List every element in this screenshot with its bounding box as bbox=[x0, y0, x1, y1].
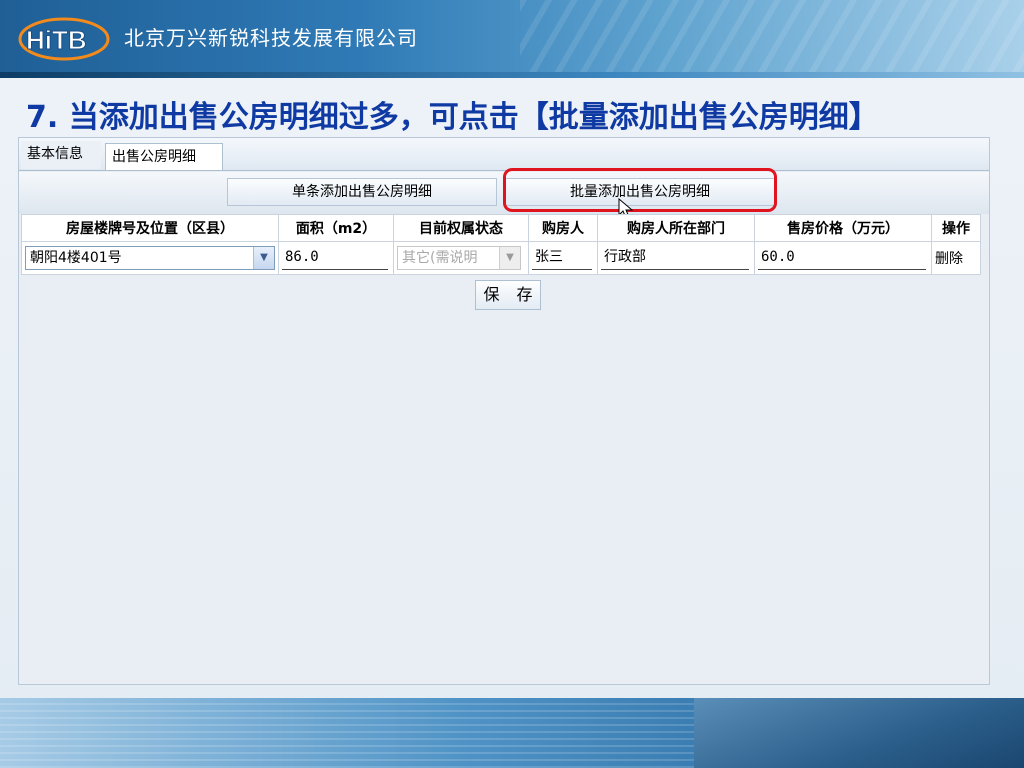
status-value: 其它(需说明 bbox=[402, 250, 478, 266]
highlight-box bbox=[503, 168, 777, 212]
area-cell: 86.0 bbox=[278, 241, 394, 275]
header-decoration bbox=[520, 0, 1024, 72]
chevron-down-icon: ▼ bbox=[499, 247, 520, 269]
company-name: 北京万兴新锐科技发展有限公司 bbox=[124, 26, 418, 50]
price-cell: 60.0 bbox=[754, 241, 932, 275]
buyer-cell: 张三 bbox=[528, 241, 598, 275]
footer-banner bbox=[0, 698, 1024, 768]
status-cell: 其它(需说明 ▼ bbox=[393, 241, 529, 275]
column-header: 房屋楼牌号及位置（区县） bbox=[21, 214, 279, 242]
column-header: 购房人所在部门 bbox=[597, 214, 755, 242]
delete-link[interactable]: 删除 bbox=[935, 251, 963, 267]
column-header: 售房价格（万元） bbox=[754, 214, 932, 242]
tab-sold-housing-details[interactable]: 出售公房明细 bbox=[105, 143, 223, 170]
save-button[interactable]: 保 存 bbox=[475, 280, 541, 310]
department-cell: 行政部 bbox=[597, 241, 755, 275]
column-header: 购房人 bbox=[528, 214, 598, 242]
department-input[interactable]: 行政部 bbox=[601, 246, 749, 270]
tab-basic-info[interactable]: 基本信息 bbox=[21, 141, 101, 169]
location-cell: 朝阳4楼401号 ▼ bbox=[21, 241, 279, 275]
buyer-input[interactable]: 张三 bbox=[532, 246, 592, 270]
location-value: 朝阳4楼401号 bbox=[30, 250, 122, 266]
footer-image bbox=[694, 698, 1024, 768]
status-select: 其它(需说明 ▼ bbox=[397, 246, 521, 270]
details-table: 房屋楼牌号及位置（区县） 面积（m2） 目前权属状态 购房人 购房人所在部门 售… bbox=[21, 214, 981, 275]
chevron-down-icon[interactable]: ▼ bbox=[253, 247, 274, 269]
column-header: 面积（m2） bbox=[278, 214, 394, 242]
price-input[interactable]: 60.0 bbox=[758, 246, 926, 270]
tab-bar: 基本信息 出售公房明细 bbox=[19, 138, 989, 171]
slide-title: 7. 当添加出售公房明细过多，可点击【批量添加出售公房明细】 bbox=[26, 100, 879, 135]
action-cell: 删除 bbox=[931, 241, 981, 275]
logo-text: HiTB bbox=[26, 25, 87, 55]
table-header-row: 房屋楼牌号及位置（区县） 面积（m2） 目前权属状态 购房人 购房人所在部门 售… bbox=[21, 214, 981, 242]
area-input[interactable]: 86.0 bbox=[282, 246, 388, 270]
location-select[interactable]: 朝阳4楼401号 ▼ bbox=[25, 246, 275, 270]
app-screenshot-panel: 基本信息 出售公房明细 单条添加出售公房明细 批量添加出售公房明细 房屋楼牌号及… bbox=[18, 137, 990, 685]
table-row: 朝阳4楼401号 ▼ 86.0 其它(需说明 ▼ 张三 行政部 60.0 删除 bbox=[21, 241, 981, 275]
company-logo: HiTB bbox=[18, 17, 110, 61]
header-banner: HiTB 北京万兴新锐科技发展有限公司 bbox=[0, 0, 1024, 78]
single-add-button[interactable]: 单条添加出售公房明细 bbox=[227, 178, 497, 206]
column-header: 目前权属状态 bbox=[393, 214, 529, 242]
column-header: 操作 bbox=[931, 214, 981, 242]
footer-decoration bbox=[0, 698, 720, 768]
